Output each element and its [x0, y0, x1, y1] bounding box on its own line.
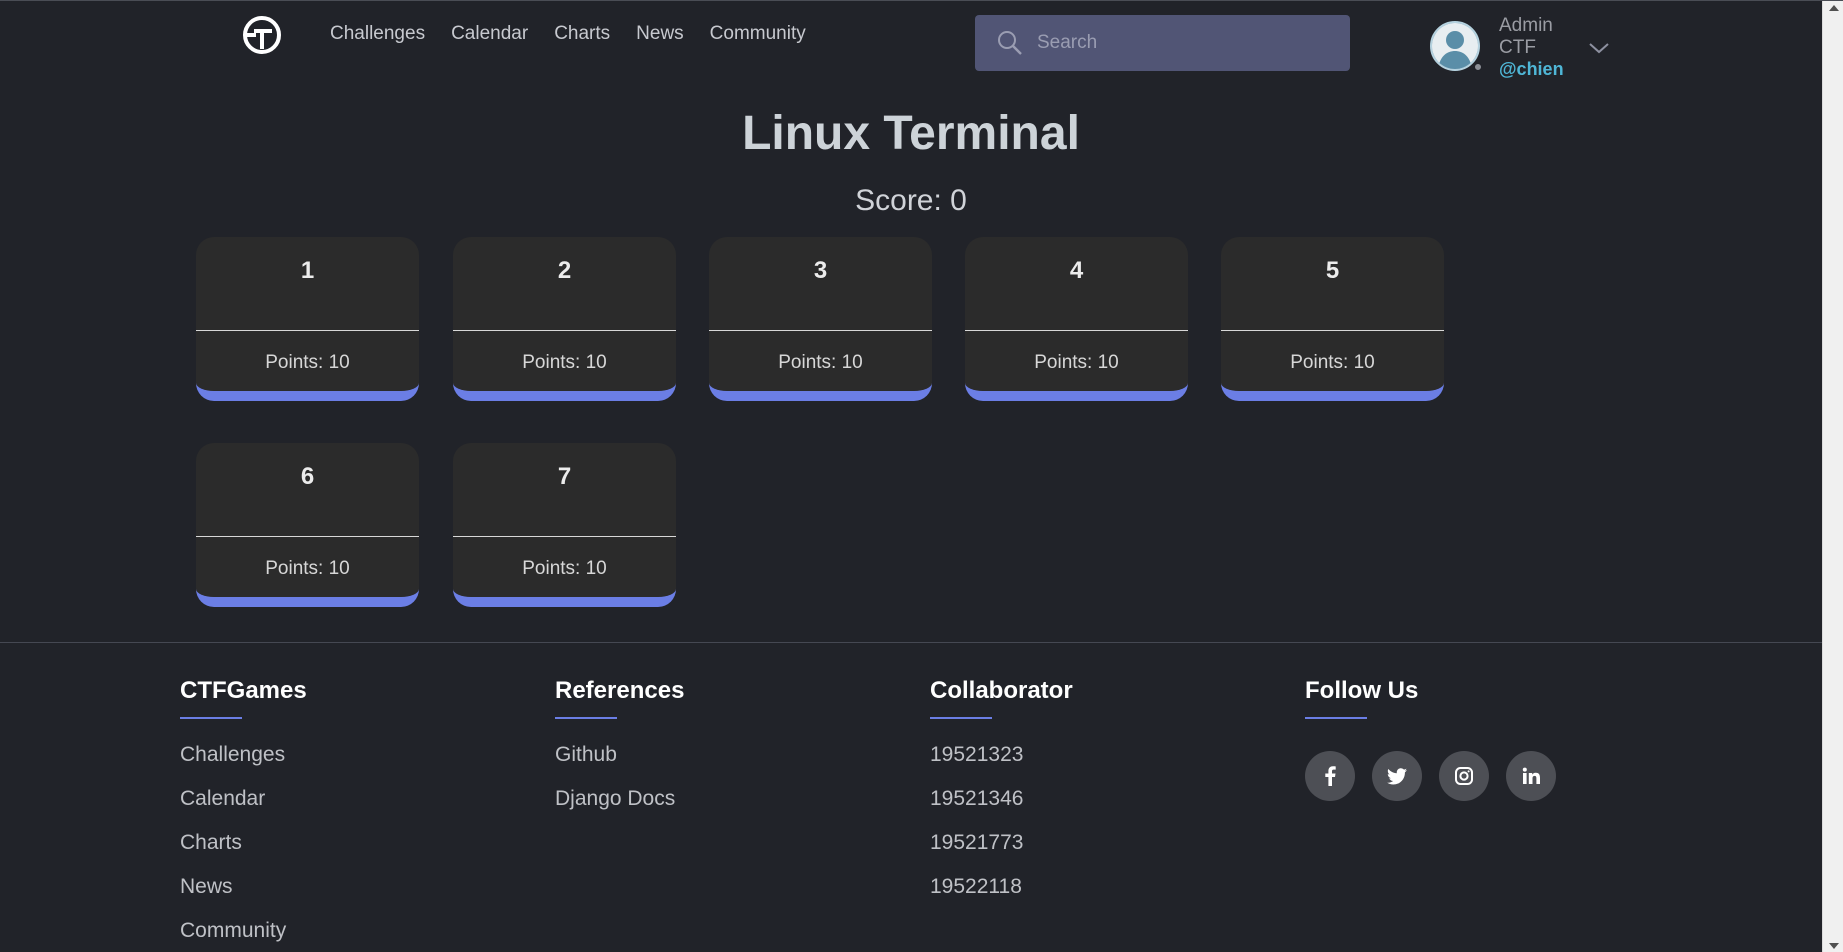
user-handle: @chien [1499, 59, 1564, 79]
user-name: Admin CTF [1499, 15, 1553, 58]
card-divider [196, 536, 419, 537]
challenge-points: Points: 10 [1290, 352, 1375, 373]
challenge-card[interactable]: 5 Points: 10 [1221, 237, 1444, 401]
footer-link-challenges[interactable]: Challenges [180, 743, 307, 770]
card-divider [709, 330, 932, 331]
footer-link-collaborator[interactable]: 19521323 [930, 743, 1073, 770]
nav-calendar[interactable]: Calendar [451, 23, 528, 45]
avatar[interactable] [1430, 21, 1480, 71]
challenge-number: 6 [300, 463, 315, 490]
ctf-logo-icon[interactable] [242, 15, 282, 55]
twitter-icon[interactable] [1372, 751, 1422, 801]
title-underline [1305, 717, 1367, 719]
challenge-points: Points: 10 [522, 558, 607, 579]
page-title: Linux Terminal [742, 107, 1080, 160]
challenge-number: 2 [557, 257, 572, 284]
footer-link-django-docs[interactable]: Django Docs [555, 787, 684, 814]
footer-link-collaborator[interactable]: 19522118 [930, 875, 1073, 902]
user-menu[interactable]: Admin CTF @chien [1430, 15, 1610, 79]
challenge-number: 1 [300, 257, 315, 284]
card-divider [453, 536, 676, 537]
search-icon [998, 31, 1022, 55]
challenge-points: Points: 10 [778, 352, 863, 373]
footer-link-collaborator[interactable]: 19521773 [930, 831, 1073, 858]
challenge-number: 5 [1325, 257, 1340, 284]
challenge-points: Points: 10 [1034, 352, 1119, 373]
linkedin-icon[interactable] [1506, 751, 1556, 801]
title-underline [555, 717, 617, 719]
challenge-number: 7 [557, 463, 572, 490]
footer-divider [0, 642, 1822, 643]
card-divider [453, 330, 676, 331]
card-divider [196, 330, 419, 331]
challenge-card[interactable]: 3 Points: 10 [709, 237, 932, 401]
footer-title: References [555, 677, 685, 704]
nav-charts[interactable]: Charts [554, 23, 610, 45]
scroll-up-icon[interactable] [1829, 5, 1839, 11]
footer-col-references: References Github Django Docs [555, 677, 684, 831]
footer-link-community[interactable]: Community [180, 919, 307, 946]
score-display: Score: 0 [855, 184, 967, 217]
challenge-number: 3 [813, 257, 828, 284]
card-divider [965, 330, 1188, 331]
footer-link-charts[interactable]: Charts [180, 831, 307, 858]
title-underline [180, 717, 242, 719]
challenge-number: 4 [1069, 257, 1084, 284]
footer-link-news[interactable]: News [180, 875, 307, 902]
online-status-dot [1474, 63, 1482, 71]
user-silhouette-icon [1432, 23, 1478, 69]
vertical-scrollbar[interactable] [1822, 1, 1843, 952]
footer-link-github[interactable]: Github [555, 743, 684, 770]
footer-title: CTFGames [180, 677, 307, 704]
footer-col-collaborator: Collaborator 19521323 19521346 19521773 … [930, 677, 1073, 919]
nav-news[interactable]: News [636, 23, 684, 45]
search-input[interactable] [1037, 32, 1337, 54]
main-nav: Challenges Calendar Charts News Communit… [330, 23, 806, 45]
footer-col-ctfgames: CTFGames Challenges Calendar Charts News… [180, 677, 307, 952]
challenge-points: Points: 10 [265, 558, 350, 579]
title-underline [930, 717, 992, 719]
challenge-points: Points: 10 [265, 352, 350, 373]
footer-col-follow: Follow Us [1305, 677, 1556, 801]
search-box[interactable] [975, 15, 1350, 71]
nav-challenges[interactable]: Challenges [330, 23, 425, 45]
challenge-card[interactable]: 2 Points: 10 [453, 237, 676, 401]
challenge-points: Points: 10 [522, 352, 607, 373]
card-divider [1221, 330, 1444, 331]
scroll-down-icon[interactable] [1829, 943, 1839, 949]
instagram-icon[interactable] [1439, 751, 1489, 801]
footer-link-calendar[interactable]: Calendar [180, 787, 307, 814]
challenge-card[interactable]: 7 Points: 10 [453, 443, 676, 607]
footer-link-collaborator[interactable]: 19521346 [930, 787, 1073, 814]
facebook-icon[interactable] [1305, 751, 1355, 801]
challenge-card[interactable]: 4 Points: 10 [965, 237, 1188, 401]
challenge-card[interactable]: 6 Points: 10 [196, 443, 419, 607]
nav-community[interactable]: Community [710, 23, 806, 45]
challenge-card[interactable]: 1 Points: 10 [196, 237, 419, 401]
footer-title: Collaborator [930, 677, 1073, 704]
chevron-down-icon[interactable] [1588, 41, 1610, 55]
footer-title: Follow Us [1305, 677, 1419, 704]
top-navbar: Challenges Calendar Charts News Communit… [0, 1, 1822, 81]
